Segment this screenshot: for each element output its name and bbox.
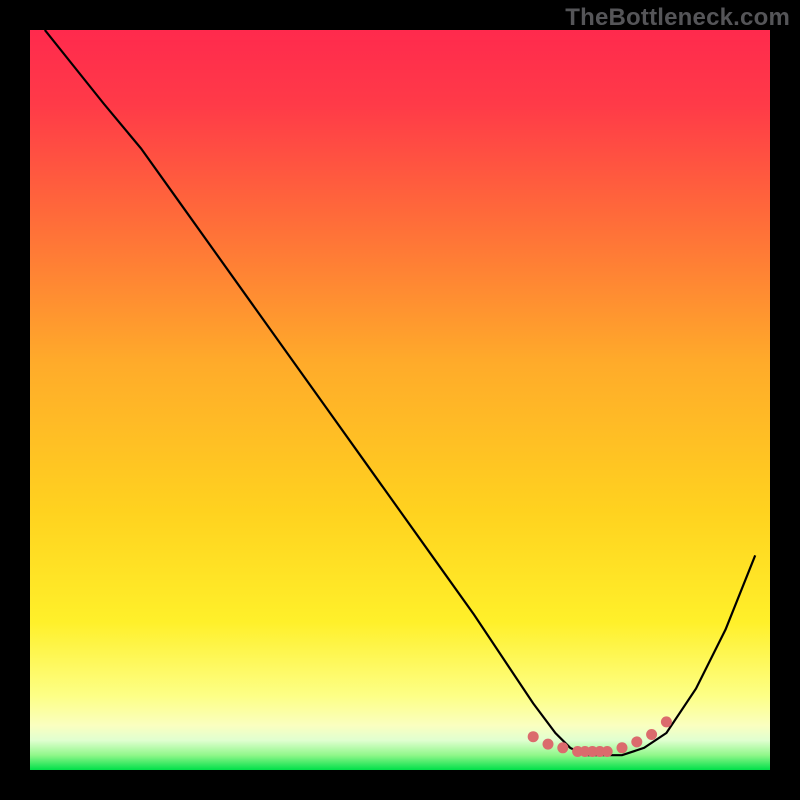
optimal-marker [646, 729, 657, 740]
watermark-label: TheBottleneck.com [565, 4, 790, 32]
optimal-marker [617, 742, 628, 753]
optimal-marker [602, 746, 613, 757]
chart-container: TheBottleneck.com [0, 0, 800, 800]
chart-svg [0, 0, 800, 800]
optimal-marker [661, 716, 672, 727]
optimal-marker [631, 736, 642, 747]
plot-area [30, 30, 770, 770]
optimal-marker [528, 731, 539, 742]
gradient-background [30, 30, 770, 770]
optimal-marker [543, 739, 554, 750]
optimal-marker [557, 742, 568, 753]
